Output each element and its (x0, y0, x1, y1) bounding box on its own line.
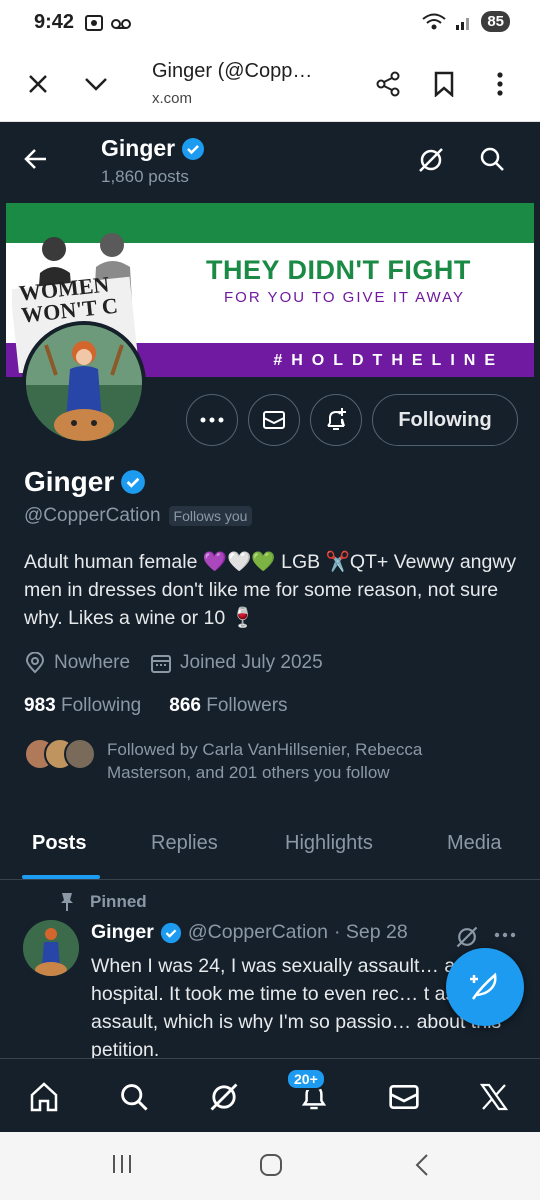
grok-nav-icon[interactable] (204, 1077, 244, 1117)
grok-icon[interactable] (416, 145, 446, 180)
search-icon[interactable] (478, 145, 506, 178)
compose-post-button[interactable] (446, 948, 524, 1026)
back-arrow-icon[interactable] (22, 145, 50, 178)
followers-count-link[interactable]: 866 Followers (169, 695, 287, 717)
more-vertical-icon[interactable] (484, 68, 516, 100)
bookmark-icon[interactable] (428, 68, 460, 100)
followed-by-text[interactable]: Followed by Carla VanHillsenier, Rebecca… (107, 738, 507, 784)
banner-subline: FOR YOU TO GIVE IT AWAY (224, 289, 466, 306)
calendar-icon (151, 655, 172, 673)
recent-apps-icon[interactable] (110, 1152, 134, 1181)
x-logo-icon[interactable] (474, 1077, 514, 1117)
post-author-avatar[interactable] (23, 920, 79, 976)
tab-posts[interactable]: Posts (32, 832, 86, 855)
more-options-button[interactable] (186, 394, 238, 446)
more-horizontal-icon (200, 417, 224, 423)
profile-avatar[interactable] (22, 321, 146, 445)
home-circle-icon[interactable] (258, 1152, 284, 1183)
post-header: Ginger @CopperCation · Sep 28 (91, 921, 408, 944)
banner-hashtag: #HOLDTHELINE (273, 352, 504, 369)
bell-plus-icon (327, 408, 346, 430)
profile-header: Ginger 1,860 posts (0, 123, 540, 199)
feather-plus-icon (470, 972, 497, 1000)
location-pin-icon (25, 652, 45, 674)
post-author-handle: @CopperCation (187, 921, 328, 943)
profile-bio: Adult human female 💜🤍💚 LGB ✂️QT+ Vewwy a… (24, 551, 517, 629)
follower-avatar (64, 738, 96, 770)
home-icon[interactable] (24, 1077, 64, 1117)
following-count: 983 (24, 695, 56, 716)
envelope-icon (263, 411, 285, 429)
android-navigation-bar (0, 1132, 540, 1200)
header-name: Ginger (101, 135, 205, 162)
screenshot-icon (85, 15, 103, 31)
tab-replies[interactable]: Replies (151, 832, 218, 855)
pinned-indicator: Pinned (58, 892, 147, 912)
browser-page-title: Ginger (@Copp… (152, 60, 313, 82)
post-author-name[interactable]: Ginger (91, 921, 154, 944)
active-tab-indicator (22, 875, 100, 879)
post-date: · Sep 28 (333, 921, 408, 943)
voicemail-icon (111, 19, 131, 29)
following-button[interactable]: Following (372, 394, 518, 446)
header-name-text: Ginger (101, 135, 176, 161)
wifi-icon (422, 13, 446, 29)
post-more-icon[interactable] (494, 922, 516, 945)
followers-count: 866 (169, 695, 201, 716)
signal-icon (456, 17, 470, 30)
browser-url: x.com (152, 90, 193, 107)
message-button[interactable] (248, 394, 300, 446)
tab-media[interactable]: Media (447, 832, 501, 855)
profile-meta: Nowhere Joined July 2025 (24, 652, 343, 674)
banner-headline: THEY DIDN'T FIGHT (206, 255, 471, 285)
pin-icon (61, 893, 73, 911)
status-notification-icons (84, 13, 132, 33)
following-label: Following (60, 695, 142, 716)
profile-joined: Joined July 2025 (180, 652, 323, 673)
chevron-down-icon[interactable] (80, 68, 112, 100)
battery-indicator: 85 (481, 11, 510, 32)
notifications-count-badge: 20+ (286, 1068, 326, 1090)
status-time: 9:42 (34, 11, 75, 33)
profile-handle: @CopperCation (24, 505, 161, 526)
profile-tabs: Posts Replies Highlights Media (0, 820, 540, 880)
share-icon[interactable] (372, 68, 404, 100)
search-nav-icon[interactable] (114, 1077, 154, 1117)
profile-name: Ginger (24, 466, 146, 498)
profile-location: Nowhere (54, 652, 131, 673)
status-bar: 9:42 85 (0, 0, 540, 46)
profile-handle-row: @CopperCation Follows you (24, 505, 253, 527)
profile-name-text: Ginger (24, 466, 115, 497)
messages-envelope-icon[interactable] (384, 1077, 424, 1117)
back-chevron-icon[interactable] (410, 1152, 434, 1183)
followed-by-avatars[interactable] (24, 738, 98, 772)
pinned-label: Pinned (90, 892, 147, 911)
follow-counts: 983 Following 866 Followers (24, 695, 288, 717)
tab-highlights[interactable]: Highlights (285, 832, 373, 855)
following-count-link[interactable]: 983 Following (24, 695, 141, 717)
close-icon[interactable] (22, 68, 54, 100)
subscribe-notifications-button[interactable] (310, 394, 362, 446)
verified-badge-icon (121, 470, 146, 494)
header-posts-count: 1,860 posts (101, 167, 189, 186)
verified-badge-icon (160, 922, 181, 943)
bottom-navigation (0, 1058, 540, 1132)
browser-toolbar: Ginger (@Copp… x.com (0, 46, 540, 122)
verified-badge-icon (182, 137, 205, 160)
followers-label: Followers (206, 695, 288, 716)
follows-you-badge: Follows you (168, 506, 253, 526)
